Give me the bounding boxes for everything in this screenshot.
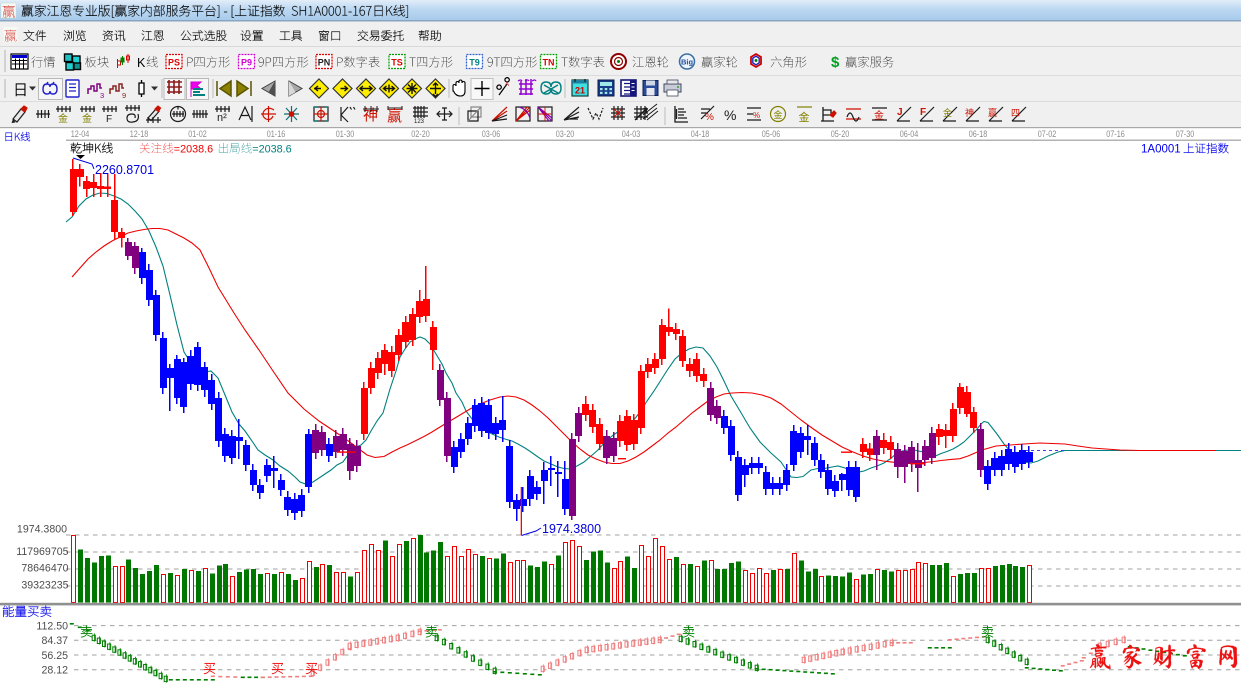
svg-text:K: K: [137, 56, 146, 70]
svg-text:39323235: 39323235: [21, 580, 68, 592]
svg-text:PN: PN: [318, 58, 331, 68]
svg-text:n²: n²: [217, 112, 227, 124]
svg-text:1974.3800: 1974.3800: [542, 522, 601, 536]
svg-text:P9: P9: [241, 58, 252, 68]
svg-text:F: F: [920, 107, 926, 118]
svg-text:=2038.6: =2038.6: [252, 144, 291, 156]
svg-text:A: A: [505, 82, 509, 88]
svg-text:Big: Big: [681, 58, 694, 67]
svg-text:金: 金: [774, 109, 783, 120]
svg-text:金: 金: [943, 107, 952, 118]
svg-text:%: %: [705, 112, 714, 123]
svg-text:$: $: [831, 54, 840, 71]
svg-text:T9: T9: [469, 58, 480, 68]
svg-text:28.12: 28.12: [41, 665, 68, 677]
svg-text:PS: PS: [168, 58, 180, 68]
svg-text:117969705: 117969705: [16, 546, 68, 558]
svg-text:TS: TS: [391, 58, 403, 68]
svg-text:05-06: 05-06: [762, 129, 781, 140]
svg-text:06-04: 06-04: [900, 129, 919, 140]
svg-text:金: 金: [874, 109, 884, 122]
svg-text:06-18: 06-18: [969, 129, 988, 140]
svg-text:9: 9: [122, 91, 126, 100]
svg-text:56.25: 56.25: [41, 650, 68, 662]
svg-text:神: 神: [965, 107, 974, 118]
svg-text:%: %: [753, 111, 760, 120]
svg-text:TN: TN: [543, 58, 555, 68]
svg-text:78646470: 78646470: [21, 563, 68, 575]
svg-text:2260.8701: 2260.8701: [95, 163, 154, 177]
svg-text:05-20: 05-20: [831, 129, 850, 140]
svg-text:12-18: 12-18: [130, 129, 149, 140]
svg-text:04-03: 04-03: [622, 129, 641, 140]
svg-text:3: 3: [100, 91, 104, 100]
svg-text:1A0001: 1A0001: [1141, 144, 1181, 156]
svg-text:12-04: 12-04: [71, 129, 90, 140]
svg-text:04-18: 04-18: [691, 129, 710, 140]
svg-text:03-06: 03-06: [482, 129, 501, 140]
svg-text:金: 金: [58, 112, 68, 125]
svg-text:赢: 赢: [988, 107, 997, 118]
svg-text:赢: 赢: [387, 108, 402, 125]
svg-text:1974.3800: 1974.3800: [17, 524, 67, 536]
svg-text:01-16: 01-16: [267, 129, 286, 140]
svg-text:01-02: 01-02: [188, 129, 207, 140]
svg-text:01-30: 01-30: [336, 129, 355, 140]
svg-text:07-02: 07-02: [1038, 129, 1057, 140]
svg-text:07-30: 07-30: [1176, 129, 1195, 140]
svg-text:J: J: [897, 107, 903, 118]
svg-text:金: 金: [82, 112, 92, 125]
svg-text:02-20: 02-20: [411, 129, 430, 140]
svg-text:%: %: [724, 107, 736, 123]
svg-text:03-20: 03-20: [556, 129, 575, 140]
svg-text:四: 四: [1011, 108, 1020, 118]
svg-text:21: 21: [575, 86, 585, 96]
svg-text:123: 123: [414, 119, 425, 125]
svg-text:07-16: 07-16: [1106, 129, 1125, 140]
svg-text:=2038.6: =2038.6: [174, 144, 213, 156]
svg-text:84.37: 84.37: [41, 635, 68, 647]
svg-text:金: 金: [799, 110, 810, 124]
svg-text:F: F: [106, 114, 112, 125]
svg-text:112.50: 112.50: [36, 620, 68, 632]
